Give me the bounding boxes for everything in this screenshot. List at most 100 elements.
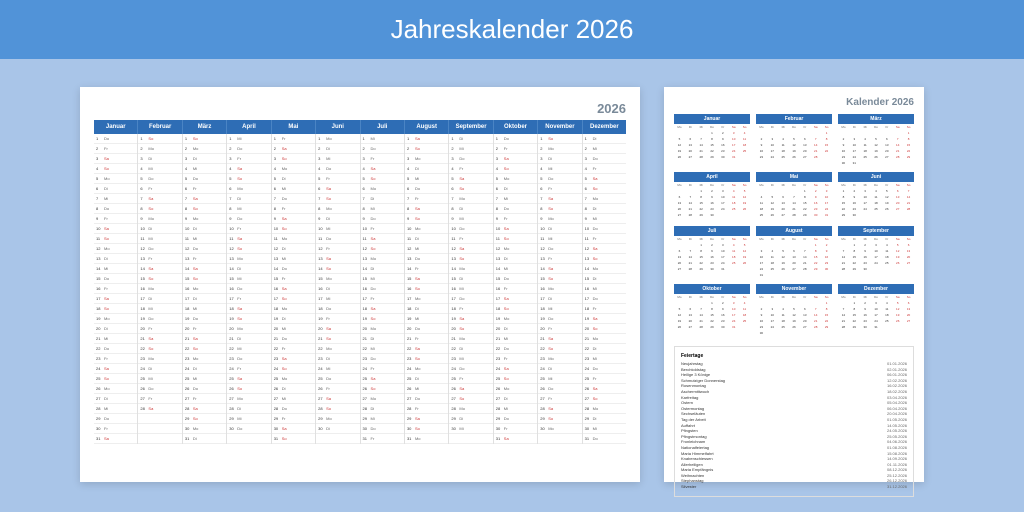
day-cell: 29Fr: [272, 414, 315, 424]
day-cell: 19Mi: [405, 314, 448, 324]
day-cell: 16Mo: [183, 284, 226, 294]
day-cell: 27So: [449, 394, 492, 404]
day-cell: 29Mi: [361, 414, 404, 424]
day-cell: 30Di: [316, 424, 359, 434]
day-cell: 16Mo: [138, 284, 181, 294]
day-cell: 26Do: [183, 384, 226, 394]
day-cell: 18Sa: [361, 304, 404, 314]
day-cell: 31Sa: [94, 434, 137, 444]
day-cell: 11Fr: [449, 234, 492, 244]
day-cell: 24Di: [138, 364, 181, 374]
day-cell: 16Mi: [449, 284, 492, 294]
day-cell: 9So: [405, 214, 448, 224]
day-cell: 10Do: [583, 224, 626, 234]
day-cell: 19Mo: [94, 314, 137, 324]
day-cell: 8Do: [94, 204, 137, 214]
day-cell: 1Sa: [405, 134, 448, 144]
day-cell: 27So: [583, 394, 626, 404]
day-cell: 10Do: [449, 224, 492, 234]
mini-days-grid: 1234567891011121314151617181920212223242…: [838, 242, 914, 274]
day-cell: 11Di: [405, 234, 448, 244]
day-cell: 11Mi: [538, 234, 581, 244]
day-cell: 22Mi: [361, 344, 404, 354]
day-cell: 24Fr: [361, 364, 404, 374]
day-cell: 6Fr: [538, 184, 581, 194]
day-cell: 25Mo: [272, 374, 315, 384]
day-cell: 1Fr: [272, 134, 315, 144]
day-cell: [316, 434, 359, 444]
day-cell: 22So: [138, 344, 181, 354]
day-cell: 24Mo: [405, 364, 448, 374]
day-cell: 10So: [272, 224, 315, 234]
day-cell: 15Fr: [272, 274, 315, 284]
mini-month-header: September: [838, 226, 914, 236]
day-cell: 5So: [227, 174, 270, 184]
day-cell: 27Fr: [183, 394, 226, 404]
day-cell: 1Mi: [361, 134, 404, 144]
day-cell: 14Di: [227, 264, 270, 274]
day-cell: 21Mo: [583, 334, 626, 344]
day-cell: 11Mi: [183, 234, 226, 244]
day-cell: 29Mi: [227, 414, 270, 424]
day-cell: 7Mo: [583, 194, 626, 204]
day-cell: 17So: [272, 294, 315, 304]
mini-month-header: Juli: [674, 226, 750, 236]
month-header: Oktober: [494, 120, 538, 134]
day-cell: 15Sa: [405, 274, 448, 284]
day-cell: 25Mi: [183, 374, 226, 384]
day-cell: 27Do: [405, 394, 448, 404]
day-cell: 26So: [227, 384, 270, 394]
day-cell: 5Di: [272, 174, 315, 184]
day-cell: 28Do: [272, 404, 315, 414]
mini-month: JanuarMoDiMiDoFrSaSo12345678910111213141…: [674, 114, 750, 166]
day-cell: 10Di: [183, 224, 226, 234]
day-cell: 4Fr: [449, 164, 492, 174]
day-cell: 17Di: [538, 294, 581, 304]
holidays-box: Feiertage Neujahrstag01.01.2026Berchtold…: [674, 346, 914, 497]
day-cell: 2Di: [316, 144, 359, 154]
day-cell: [138, 434, 181, 444]
day-cell: 22So: [538, 344, 581, 354]
mini-month: SeptemberMoDiMiDoFrSaSo12345678910111213…: [838, 226, 914, 278]
month-header: März: [183, 120, 227, 134]
day-cell: 24So: [272, 364, 315, 374]
day-cell: 3Mi: [316, 154, 359, 164]
day-cell: 15So: [538, 274, 581, 284]
day-cell: 8Mi: [361, 204, 404, 214]
mini-month: MärzMoDiMiDoFrSaSo1234567891011121314151…: [838, 114, 914, 166]
day-cell: 22Do: [94, 344, 137, 354]
day-cell: 5So: [361, 174, 404, 184]
day-cell: 24Fr: [227, 364, 270, 374]
day-cell: 13Di: [494, 254, 537, 264]
mini-days-grid: 1234567891011121314151617181920212223242…: [756, 300, 832, 336]
day-cell: 4Do: [316, 164, 359, 174]
day-cell: 3Sa: [494, 154, 537, 164]
day-cell: 21Sa: [538, 334, 581, 344]
day-cell: 20So: [583, 324, 626, 334]
day-cell: 23Fr: [94, 354, 137, 364]
day-cell: 4So: [494, 164, 537, 174]
day-cell: 9Mi: [583, 214, 626, 224]
day-cell: 2So: [405, 144, 448, 154]
day-cell: 20Mo: [361, 324, 404, 334]
day-cell: 7Di: [227, 194, 270, 204]
day-cell: 7Sa: [538, 194, 581, 204]
day-cell: 13Do: [405, 254, 448, 264]
day-cell: 30So: [405, 424, 448, 434]
days-grid: 1Do2Fr3Sa4So5Mo6Di7Mi8Do9Fr10Sa11So12Mo1…: [94, 134, 626, 444]
day-cell: 9Fr: [494, 214, 537, 224]
month-header: Juli: [361, 120, 405, 134]
day-cell: 6Mo: [361, 184, 404, 194]
day-cell: 17Fr: [227, 294, 270, 304]
day-cell: 20Sa: [316, 324, 359, 334]
day-cell: 30Mi: [583, 424, 626, 434]
day-cell: 7Sa: [138, 194, 181, 204]
mini-month: MaiMoDiMiDoFrSaSo12345678910111213141516…: [756, 172, 832, 220]
day-cell: 30Do: [227, 424, 270, 434]
day-cell: 13So: [449, 254, 492, 264]
sheet2-title: Kalender 2026: [674, 97, 914, 108]
month-header: August: [405, 120, 449, 134]
day-cell: 9Fr: [94, 214, 137, 224]
day-cell: 2Mi: [583, 144, 626, 154]
day-cell: 3Do: [449, 154, 492, 164]
